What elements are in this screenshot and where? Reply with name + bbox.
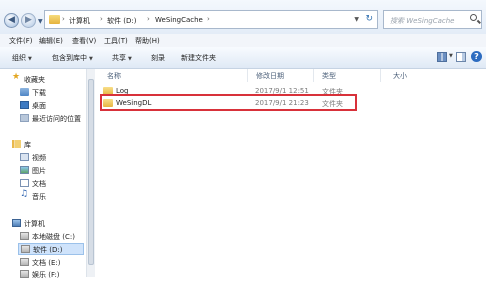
desktop-icon [20,101,29,109]
nav-computer-label: 计算机 [24,220,45,228]
chevron-down-icon: ▼ [89,56,93,62]
star-icon: ★ [12,72,21,82]
nav-drive-d-label: 软件 (D:) [33,246,63,254]
burn-button[interactable]: 刻录 [151,53,165,63]
drive-icon [20,232,29,240]
nav-libraries[interactable]: 库 [12,139,82,151]
organize-button[interactable]: 组织 ▼ [12,53,32,63]
column-divider[interactable] [247,69,248,82]
menu-tools[interactable]: 工具(T) [104,36,128,46]
chevron-down-icon: ▼ [128,56,132,62]
nav-videos[interactable]: 视频 [20,152,82,164]
library-icon [12,140,21,148]
column-header-modified[interactable]: 修改日期 [256,71,284,81]
nav-videos-label: 视频 [32,154,46,162]
nav-drive-c-label: 本地磁盘 (C:) [32,233,75,241]
chevron-right-icon[interactable]: › [207,15,210,23]
nav-recent-places[interactable]: 最近访问的位置 [20,113,84,125]
command-bar: 组织 ▼ 包含到库中 ▼ 共享 ▼ 刻录 新建文件夹 ▼ ? [0,47,486,69]
highlight-box [100,94,357,111]
explorer-window: ◀ ▶ ▼ › 计算机 › 软件 (D:) › WeSingCache › ▼ … [0,0,486,279]
menu-view[interactable]: 查看(V) [72,36,96,46]
nav-drive-f[interactable]: 娱乐 (F:) [20,269,82,281]
back-button[interactable]: ◀ [4,13,19,28]
forward-button[interactable]: ▶ [21,13,36,28]
nav-music[interactable]: ♫ 音乐 [20,189,82,203]
folder-icon [49,15,60,24]
menu-bar: 文件(F) 编辑(E) 查看(V) 工具(T) 帮助(H) [0,34,486,47]
nav-favorites-label: 收藏夹 [24,76,45,84]
search-icon[interactable] [470,14,477,21]
share-label: 共享 [112,54,126,62]
chevron-right-icon[interactable]: › [100,15,103,23]
chevron-right-icon[interactable]: › [62,15,65,23]
nav-libraries-label: 库 [24,141,31,149]
music-icon: ♫ [20,189,29,199]
drive-icon [20,258,29,266]
nav-computer[interactable]: 计算机 [12,218,82,230]
nav-pictures[interactable]: 图片 [20,165,82,177]
nav-documents[interactable]: 文档 [20,178,82,190]
breadcrumb-drive-d[interactable]: 软件 (D:) [107,16,136,26]
drive-icon [21,245,30,253]
nav-downloads[interactable]: 下载 [20,87,82,99]
navigation-scrollbar[interactable] [86,69,95,277]
recent-pages-dropdown-icon[interactable]: ▼ [38,18,43,25]
nav-documents-label: 文档 [32,180,46,188]
nav-drive-e-label: 文档 (E:) [32,259,61,267]
include-in-library-button[interactable]: 包含到库中 ▼ [52,53,93,63]
computer-icon [12,219,21,227]
menu-help[interactable]: 帮助(H) [135,36,160,46]
column-header-type[interactable]: 类型 [322,71,336,81]
refresh-icon[interactable]: ↻ [365,14,373,24]
column-divider[interactable] [313,69,314,82]
scrollbar-thumb[interactable] [88,79,94,265]
organize-label: 组织 [12,54,26,62]
video-icon [20,153,29,161]
address-box[interactable]: › 计算机 › 软件 (D:) › WeSingCache › ▼ ↻ [44,10,378,29]
nav-desktop-label: 桌面 [32,102,46,110]
address-bar-area: ◀ ▶ ▼ › 计算机 › 软件 (D:) › WeSingCache › ▼ … [0,0,486,34]
nav-recent-label: 最近访问的位置 [32,115,81,123]
include-in-library-label: 包含到库中 [52,54,87,62]
column-header-name[interactable]: 名称 [107,71,121,81]
nav-pictures-label: 图片 [32,167,46,175]
search-placeholder: 搜索 WeSingCache [390,17,455,25]
change-view-icon[interactable] [437,52,447,62]
search-input[interactable]: 搜索 WeSingCache [383,10,482,29]
nav-drive-f-label: 娱乐 (F:) [32,271,60,279]
column-divider[interactable] [380,69,381,82]
nav-favorites[interactable]: ★ 收藏夹 [12,72,82,86]
column-header-size[interactable]: 大小 [393,71,407,81]
share-button[interactable]: 共享 ▼ [112,53,132,63]
breadcrumb-computer[interactable]: 计算机 [69,16,90,26]
downloads-folder-icon [20,88,29,96]
new-folder-button[interactable]: 新建文件夹 [181,53,216,63]
nav-downloads-label: 下载 [32,89,46,97]
picture-icon [20,166,29,174]
nav-desktop[interactable]: 桌面 [20,100,82,112]
menu-edit[interactable]: 编辑(E) [39,36,63,46]
breadcrumb-wesingcache[interactable]: WeSingCache [155,16,203,24]
nav-drive-d[interactable]: 软件 (D:) [18,243,84,255]
help-icon[interactable]: ? [471,51,482,62]
navigation-pane: ★ 收藏夹 下载 桌面 最近访问的位置 库 视频 图片 文档 ♫ 音乐 计算机 … [0,69,85,279]
chevron-down-icon: ▼ [28,56,32,62]
nav-music-label: 音乐 [32,193,46,201]
address-history-dropdown-icon[interactable]: ▼ [354,16,359,23]
recent-places-icon [20,114,29,122]
nav-drive-c[interactable]: 本地磁盘 (C:) [20,231,82,243]
nav-drive-e[interactable]: 文档 (E:) [20,257,82,269]
document-icon [20,179,29,187]
chevron-down-icon[interactable]: ▼ [449,53,453,59]
menu-file[interactable]: 文件(F) [9,36,33,46]
preview-pane-icon[interactable] [456,52,466,62]
chevron-right-icon[interactable]: › [147,15,150,23]
